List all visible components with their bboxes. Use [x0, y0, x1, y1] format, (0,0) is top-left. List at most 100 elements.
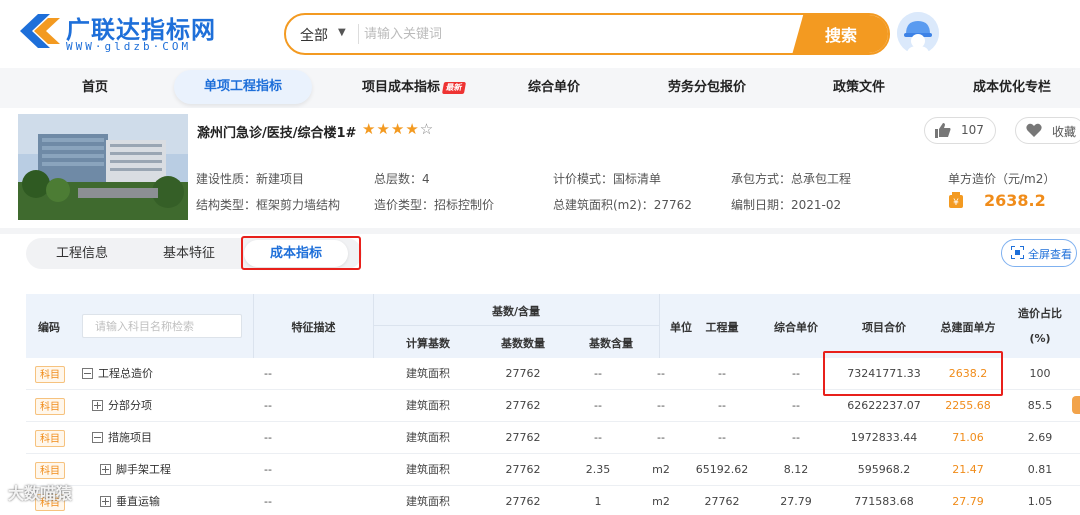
search-scope-select[interactable]: 全部 — [300, 25, 328, 45]
row-area-price: 71.06 — [952, 431, 984, 444]
logo-icon — [20, 14, 60, 48]
main-nav: 首页 单项工程指标 项目成本指标 最新 综合单价 劳务分包报价 政策文件 成本优化… — [0, 68, 1080, 108]
expand-icon[interactable] — [100, 496, 111, 507]
row-base-content: 1 — [594, 495, 602, 508]
caret-down-icon[interactable]: ▼ — [338, 27, 346, 38]
search-button[interactable]: 搜索 — [792, 15, 888, 53]
subject-badge: 科目 — [35, 366, 65, 383]
nav-item-single-project-index[interactable]: 单项工程指标 — [174, 70, 313, 104]
cost-index-table: 编码 特征描述 基数/含量 计算基数 基数数量 基数含量 单位 工程量 综合单价… — [26, 294, 1080, 515]
row-unit: m2 — [652, 463, 670, 476]
fullscreen-label: 全屏查看 — [1028, 248, 1072, 261]
nav-item-project-cost-index[interactable]: 项目成本指标 最新 — [362, 68, 467, 108]
row-ratio: 100 — [1029, 367, 1051, 380]
row-unit: -- — [657, 431, 665, 444]
table-row[interactable]: 科目 脚手架工程 -- 建筑面积 27762 2.35 m2 65192.62 … — [26, 454, 1080, 486]
site-logo[interactable]: 广联达指标网 WWW·gldzb·COM — [14, 8, 244, 58]
nav-item-cost-optimization[interactable]: 成本优化专栏 — [973, 68, 1051, 108]
collapse-icon[interactable] — [82, 368, 93, 379]
row-name: 工程总造价 — [98, 367, 153, 380]
project-title: 滁州门急诊/医技/综合楼1# — [197, 126, 357, 141]
row-name: 分部分项 — [108, 399, 152, 412]
header-divider — [373, 325, 659, 326]
top-header: 广联达指标网 WWW·gldzb·COM 全部 ▼ 搜索 — [0, 0, 1080, 68]
row-unit: -- — [657, 367, 665, 380]
row-base-qty: 27762 — [505, 431, 541, 444]
unit-price-label: 单方造价（元/m2） — [948, 172, 1056, 186]
subject-filter-input[interactable] — [82, 314, 242, 338]
row-quantity: 65192.62 — [695, 463, 749, 476]
watermark-text: 大数喵猿 — [8, 484, 73, 503]
table-row[interactable]: 科目 垂直运输 -- 建筑面积 27762 1 m2 27762 27.79 7… — [26, 486, 1080, 515]
row-base-qty: 27762 — [505, 367, 541, 380]
heart-icon — [1026, 123, 1042, 137]
project-summary: 滁州门急诊/医技/综合楼1# ★★★★☆ 107 收藏 建设性质：新建项目 总层… — [0, 108, 1080, 228]
row-base-content: 2.35 — [585, 463, 611, 476]
row-unit-price: -- — [792, 431, 800, 444]
row-feature: -- — [264, 495, 272, 508]
helmet-user-icon — [897, 12, 939, 54]
search-bar: 全部 ▼ 搜索 — [284, 13, 890, 55]
row-feature: -- — [264, 431, 272, 444]
row-unit-price: -- — [792, 367, 800, 380]
row-base-qty: 27762 — [505, 495, 541, 508]
tab-project-info[interactable]: 工程信息 — [56, 238, 108, 269]
row-total: 595968.2 — [857, 463, 911, 476]
table-header: 编码 特征描述 基数/含量 计算基数 基数数量 基数含量 单位 工程量 综合单价… — [26, 294, 1080, 358]
col-header-area-price: 总建面单方 — [940, 321, 996, 334]
search-input[interactable] — [364, 22, 784, 46]
tab-basic-features[interactable]: 基本特征 — [163, 238, 215, 269]
collapse-icon[interactable] — [92, 432, 103, 443]
col-header-ratio-unit: (%) — [1029, 332, 1051, 345]
search-separator — [358, 24, 359, 44]
section-divider — [0, 228, 1080, 234]
row-total: 1972833.44 — [850, 431, 918, 444]
col-header-base-group: 基数/含量 — [491, 305, 541, 318]
row-base-qty: 27762 — [505, 463, 541, 476]
row-base-content: -- — [594, 367, 602, 380]
col-header-total: 项目合价 — [862, 321, 906, 334]
row-calc-base: 建筑面积 — [406, 399, 450, 412]
row-area-price: 21.47 — [952, 463, 984, 476]
row-ratio: 85.5 — [1027, 399, 1053, 412]
price-tag-icon: ¥ — [949, 192, 963, 208]
row-feature: -- — [264, 367, 272, 380]
row-calc-base: 建筑面积 — [406, 367, 450, 380]
like-count: 107 — [961, 123, 984, 137]
expand-icon[interactable] — [92, 400, 103, 411]
info-build-nature: 建设性质：新建项目 — [196, 172, 305, 186]
tab-highlight-box — [241, 236, 361, 270]
side-scroll-handle[interactable] — [1072, 396, 1080, 414]
nav-item-home[interactable]: 首页 — [82, 68, 108, 108]
info-total-area: 总建筑面积(m2)：27762 — [553, 198, 692, 212]
row-base-qty: 27762 — [505, 399, 541, 412]
subject-badge: 科目 — [35, 398, 65, 415]
svg-text:¥: ¥ — [953, 198, 959, 208]
project-photo — [18, 114, 188, 220]
table-row[interactable]: 科目 措施项目 -- 建筑面积 27762 -- -- -- -- 197283… — [26, 422, 1080, 454]
nav-item-unit-price[interactable]: 综合单价 — [528, 68, 580, 108]
row-unit: m2 — [652, 495, 670, 508]
nav-item-labor-quote[interactable]: 劳务分包报价 — [668, 68, 746, 108]
row-ratio: 2.69 — [1027, 431, 1053, 444]
unit-price-value: 2638.2 — [984, 191, 1046, 210]
row-name: 垂直运输 — [116, 495, 160, 508]
like-button[interactable]: 107 — [924, 117, 996, 144]
star-icon: ★★★★ — [362, 120, 420, 138]
col-header-base-content: 基数含量 — [589, 337, 633, 350]
row-unit-price: 27.79 — [780, 495, 812, 508]
favorite-button[interactable]: 收藏 — [1015, 117, 1080, 144]
fullscreen-button[interactable]: 全屏查看 — [1001, 239, 1077, 267]
info-floors: 总层数：4 — [374, 172, 430, 186]
user-avatar[interactable] — [897, 12, 939, 54]
row-area-price: 27.79 — [952, 495, 984, 508]
row-unit-price: -- — [792, 399, 800, 412]
row-calc-base: 建筑面积 — [406, 463, 450, 476]
row-quantity: -- — [718, 431, 726, 444]
info-pricing-mode: 计价模式：国标清单 — [553, 172, 662, 186]
expand-icon[interactable] — [100, 464, 111, 475]
col-header-base-qty: 基数数量 — [501, 337, 545, 350]
nav-item-policy-docs[interactable]: 政策文件 — [833, 68, 885, 108]
row-quantity: -- — [718, 367, 726, 380]
row-unit-price: 8.12 — [783, 463, 809, 476]
